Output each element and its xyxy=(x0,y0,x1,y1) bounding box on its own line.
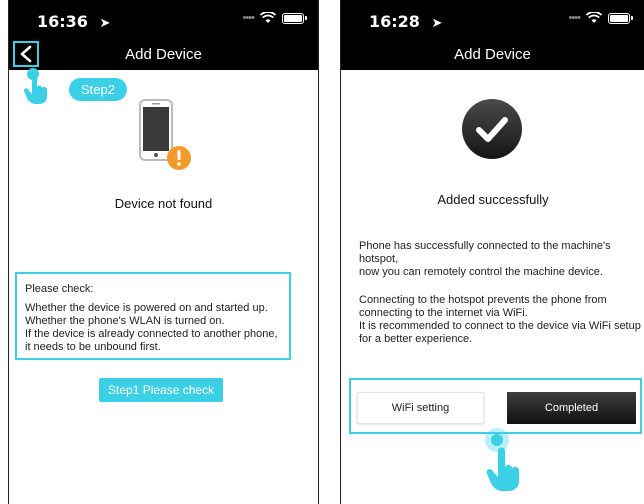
signal-dots-icon: •••• xyxy=(242,12,255,24)
status-bar: 16:36 ➤ •••• xyxy=(9,0,318,38)
info-line: Phone has successfully connected to the … xyxy=(359,240,611,265)
status-message: Added successfully xyxy=(437,192,549,207)
page-title: Add Device xyxy=(454,45,531,63)
check-line: Whether the device is powered on and sta… xyxy=(25,302,268,314)
status-time: 16:36 xyxy=(37,12,88,31)
phone-warning-icon xyxy=(139,99,191,170)
nav-bar: Add Device xyxy=(9,38,318,70)
completed-button[interactable]: Completed xyxy=(507,392,636,424)
step2-label: Step2 xyxy=(69,78,127,101)
wifi-icon xyxy=(586,12,602,23)
step1-label: Step1 Please check xyxy=(99,378,224,402)
hand-pointer-icon xyxy=(486,447,520,492)
info-paragraph: Connecting to the hotspot prevents the p… xyxy=(359,294,641,346)
back-button[interactable] xyxy=(13,41,39,67)
check-callout: Please check: Whether the device is powe… xyxy=(15,272,291,360)
check-heading: Please check: xyxy=(25,283,94,295)
battery-icon xyxy=(282,12,307,24)
back-chevron-icon xyxy=(20,45,32,63)
checkmark-icon xyxy=(462,99,522,159)
location-arrow-icon: ➤ xyxy=(431,16,443,31)
hand-pointer-icon xyxy=(23,73,47,104)
left-phone-screen: 16:36 ➤ •••• Add Device Step2 Device not… xyxy=(8,0,319,504)
tap-indicator-dot xyxy=(491,434,503,446)
signal-dots-icon: •••• xyxy=(568,12,581,24)
status-message: Device not found xyxy=(114,196,213,211)
check-line: If the device is already connected to an… xyxy=(25,328,278,353)
check-line: Whether the phone's WLAN is turned on. xyxy=(25,315,225,327)
status-time: 16:28 xyxy=(369,12,420,31)
battery-icon xyxy=(608,12,633,24)
page-title: Add Device xyxy=(125,45,202,63)
right-phone-screen: 16:28 ➤ •••• Add Device Added successful… xyxy=(340,0,644,504)
location-arrow-icon: ➤ xyxy=(99,16,111,31)
info-line: It is recommended to connect to the devi… xyxy=(359,320,641,345)
nav-bar: Add Device xyxy=(341,38,644,70)
wifi-setting-button[interactable]: WiFi setting xyxy=(357,392,484,424)
info-line: Connecting to the hotspot prevents the p… xyxy=(359,294,607,319)
info-paragraph: Phone has successfully connected to the … xyxy=(359,240,639,279)
wifi-icon xyxy=(260,12,276,23)
info-line: now you can remotely control the machine… xyxy=(359,266,603,278)
status-bar: 16:28 ➤ •••• xyxy=(341,0,644,38)
